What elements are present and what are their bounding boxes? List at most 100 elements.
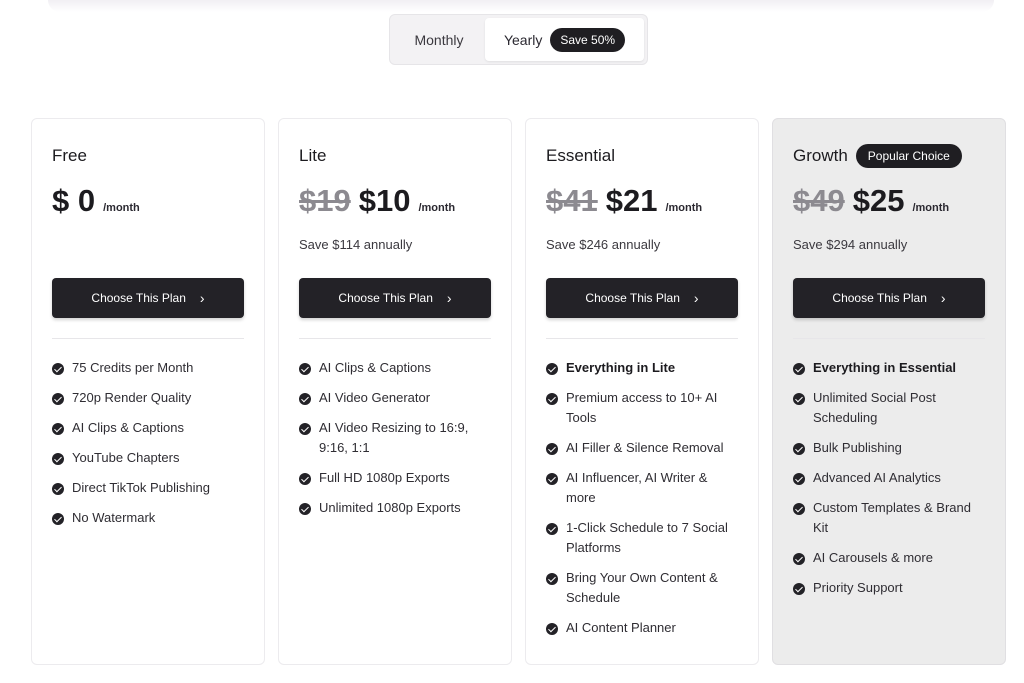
price: $25 — [852, 183, 905, 218]
feature-item: 720p Render Quality — [52, 390, 244, 408]
divider — [546, 338, 738, 339]
billing-toggle: Monthly Yearly Save 50% — [389, 14, 648, 65]
feature-item: Custom Templates & Brand Kit — [793, 500, 985, 538]
feature-item: 1-Click Schedule to 7 Social Platforms — [546, 520, 738, 558]
check-circle-icon — [52, 483, 64, 495]
feature-list: 75 Credits per Month 720p Render Quality A… — [52, 360, 244, 528]
choose-plan-button-essential[interactable]: Choose This Plan › — [546, 278, 738, 318]
plan-header: Free — [52, 143, 244, 169]
feature-text: Everything in Lite — [566, 360, 676, 375]
check-circle-icon — [52, 423, 64, 435]
feature-text: Unlimited 1080p Exports — [319, 500, 461, 515]
old-price: $19 — [299, 183, 351, 218]
check-circle-icon — [546, 473, 558, 485]
feature-item: Advanced AI Analytics — [793, 470, 985, 488]
feature-item: Everything in Essential — [793, 360, 985, 378]
feature-text: 1-Click Schedule to 7 Social Platforms — [566, 520, 728, 555]
feature-text: AI Clips & Captions — [72, 420, 184, 435]
feature-text: Premium access to 10+ AI Tools — [566, 390, 718, 425]
feature-item: AI Influencer, AI Writer & more — [546, 470, 738, 508]
chevron-right-icon: › — [199, 290, 205, 306]
price-row: $19 $10/month — [299, 183, 491, 223]
price-period: /month — [103, 202, 140, 214]
feature-item: Direct TikTok Publishing — [52, 480, 244, 498]
feature-item: No Watermark — [52, 510, 244, 528]
check-circle-icon — [52, 393, 64, 405]
feature-list: Everything in Essential Unlimited Social … — [793, 360, 985, 598]
feature-item: AI Filler & Silence Removal — [546, 440, 738, 458]
cta-label: Choose This Plan — [585, 291, 680, 305]
check-circle-icon — [793, 363, 805, 375]
check-circle-icon — [793, 553, 805, 565]
old-price: $49 — [793, 183, 845, 218]
feature-text: Bring Your Own Content & Schedule — [566, 570, 718, 605]
chevron-right-icon: › — [940, 290, 946, 306]
feature-item: Bulk Publishing — [793, 440, 985, 458]
cta-label: Choose This Plan — [338, 291, 433, 305]
feature-item: AI Video Resizing to 16:9, 9:16, 1:1 — [299, 420, 491, 458]
cta-label: Choose This Plan — [91, 291, 186, 305]
feature-item: YouTube Chapters — [52, 450, 244, 468]
feature-list: Everything in Lite Premium access to 10+ … — [546, 360, 738, 638]
popular-badge: Popular Choice — [855, 144, 962, 168]
feature-text: Everything in Essential — [813, 360, 957, 375]
plan-name: Free — [52, 146, 87, 165]
feature-text: Priority Support — [813, 580, 903, 595]
feature-item: Everything in Lite — [546, 360, 738, 378]
price-period: /month — [665, 202, 703, 214]
annual-savings: Save $114 annually — [299, 237, 413, 252]
feature-item: AI Carousels & more — [793, 550, 985, 568]
price: $21 — [605, 183, 658, 218]
feature-text: AI Influencer, AI Writer & more — [566, 470, 708, 505]
check-circle-icon — [546, 393, 558, 405]
price: $10 — [358, 183, 411, 218]
feature-text: Custom Templates & Brand Kit — [813, 500, 971, 535]
feature-item: AI Video Generator — [299, 390, 491, 408]
feature-text: No Watermark — [72, 510, 156, 525]
toggle-yearly-label: Yearly — [503, 31, 543, 48]
annual-savings: Save $294 annually — [793, 237, 908, 252]
choose-plan-button-free[interactable]: Choose This Plan › — [52, 278, 244, 318]
choose-plan-button-growth[interactable]: Choose This Plan › — [793, 278, 985, 318]
old-price: $41 — [546, 183, 598, 218]
choose-plan-button-lite[interactable]: Choose This Plan › — [299, 278, 491, 318]
toggle-monthly[interactable]: Monthly — [393, 18, 485, 61]
toggle-yearly[interactable]: Yearly Save 50% — [485, 18, 644, 61]
feature-item: Unlimited Social Post Scheduling — [793, 390, 985, 428]
annual-savings — [52, 237, 244, 253]
plan-card-lite: Lite $19 $10/month Save $114 annually Choose… — [278, 118, 512, 665]
feature-item: Full HD 1080p Exports — [299, 470, 491, 488]
feature-text: 75 Credits per Month — [72, 360, 194, 375]
check-circle-icon — [299, 363, 311, 375]
plan-header: Growth Popular Choice — [793, 143, 985, 169]
price: $ 0 — [52, 183, 96, 218]
feature-text: Full HD 1080p Exports — [319, 470, 450, 485]
divider — [299, 338, 491, 339]
feature-text: 720p Render Quality — [72, 390, 192, 405]
feature-item: AI Clips & Captions — [299, 360, 491, 378]
feature-text: AI Carousels & more — [813, 550, 933, 565]
plan-header: Lite — [299, 143, 491, 169]
feature-text: AI Video Resizing to 16:9, 9:16, 1:1 — [319, 420, 469, 455]
check-circle-icon — [793, 473, 805, 485]
check-circle-icon — [546, 443, 558, 455]
plan-card-growth: Growth Popular Choice $49 $25/month Save $29… — [772, 118, 1006, 665]
chevron-right-icon: › — [446, 290, 452, 306]
feature-text: Direct TikTok Publishing — [72, 480, 210, 495]
price-row: $41 $21/month — [546, 183, 738, 223]
check-circle-icon — [299, 473, 311, 485]
check-circle-icon — [52, 453, 64, 465]
feature-item: Premium access to 10+ AI Tools — [546, 390, 738, 428]
feature-text: YouTube Chapters — [72, 450, 180, 465]
feature-text: Advanced AI Analytics — [813, 470, 941, 485]
feature-item: 75 Credits per Month — [52, 360, 244, 378]
feature-item: AI Clips & Captions — [52, 420, 244, 438]
plan-name: Growth — [793, 146, 848, 165]
check-circle-icon — [546, 573, 558, 585]
feature-item: Priority Support — [793, 580, 985, 598]
chevron-right-icon: › — [693, 290, 699, 306]
check-circle-icon — [299, 503, 311, 515]
check-circle-icon — [793, 503, 805, 515]
save-badge: Save 50% — [550, 27, 626, 52]
feature-text: AI Content Planner — [566, 620, 676, 635]
